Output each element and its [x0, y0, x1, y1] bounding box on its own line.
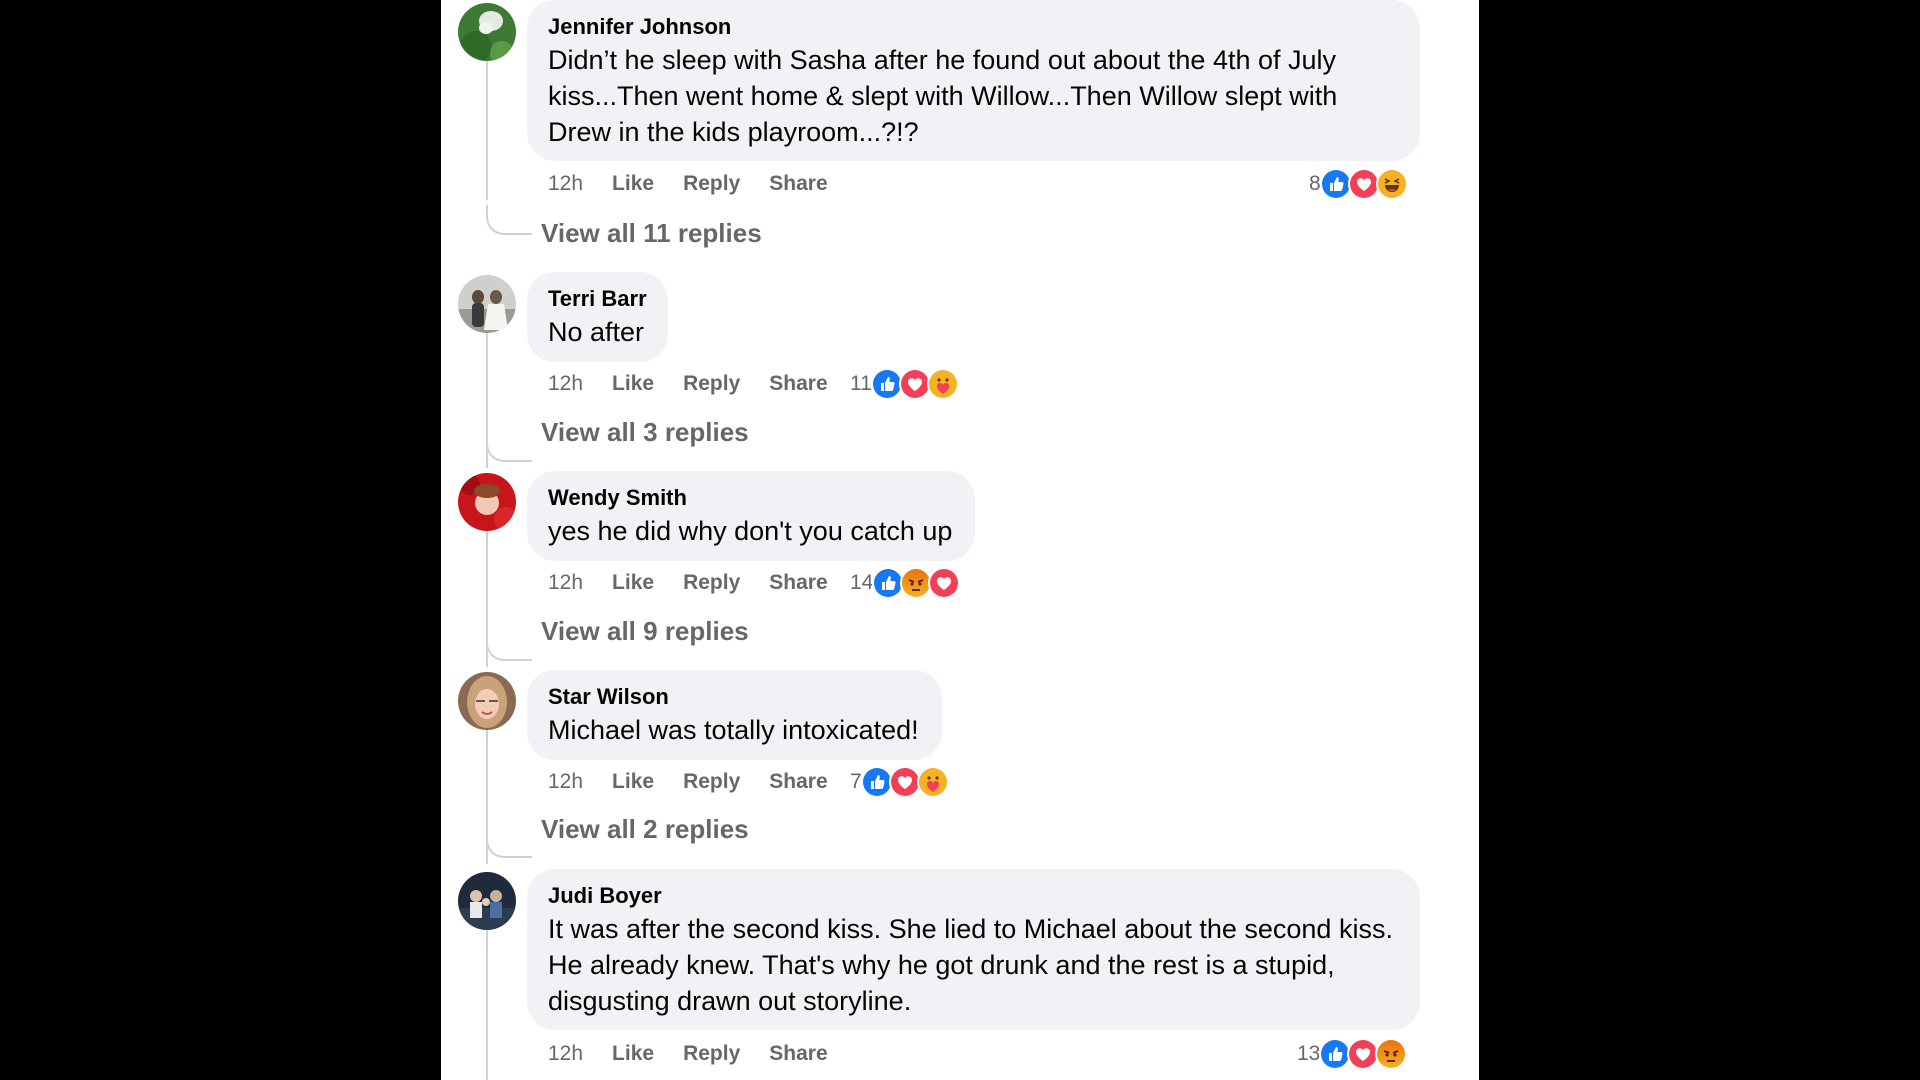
thread-line — [486, 929, 488, 1080]
share-button[interactable]: Share — [769, 372, 827, 396]
share-button[interactable]: Share — [769, 172, 827, 196]
comment-text-line: It was after the second kiss. She lied t… — [548, 914, 1393, 944]
comment-text-line: kiss...Then went home & slept with Willo… — [548, 81, 1338, 111]
reaction-summary[interactable]: 11 — [850, 367, 959, 401]
reaction-summary[interactable]: 8 — [1309, 167, 1408, 201]
comment-actions: 12h Like Reply Share — [548, 168, 857, 200]
comment-timestamp[interactable]: 12h — [548, 172, 583, 196]
thread-curve — [486, 205, 532, 235]
comment-timestamp[interactable]: 12h — [548, 571, 583, 595]
share-button[interactable]: Share — [769, 1042, 827, 1066]
comment-text-line: disgusting drawn out storyline. — [548, 986, 912, 1016]
comments-panel: Jennifer Johnson Didn’t he sleep with Sa… — [441, 0, 1479, 1080]
care-icon — [916, 766, 949, 798]
comment-author[interactable]: Wendy Smith — [548, 483, 955, 513]
love-icon — [928, 567, 961, 599]
avatar[interactable] — [458, 672, 516, 730]
comment-text: No after — [548, 317, 645, 347]
comment-actions: 12h Like Reply Share — [548, 1038, 857, 1070]
reaction-count: 8 — [1309, 172, 1321, 195]
reply-button[interactable]: Reply — [683, 372, 740, 396]
like-icon — [860, 766, 893, 798]
comment-author[interactable]: Judi Boyer — [548, 881, 1400, 911]
reply-button[interactable]: Reply — [683, 571, 740, 595]
comment-actions: 12h Like Reply Share — [548, 766, 857, 798]
comment-bubble: Star Wilson Michael was totally intoxica… — [527, 670, 942, 760]
comment-text-line: He already knew. That's why he got drunk… — [548, 950, 1335, 980]
like-icon — [1319, 168, 1352, 200]
view-replies-link[interactable]: View all 11 replies — [541, 218, 762, 249]
share-button[interactable]: Share — [769, 571, 827, 595]
love-icon — [1347, 168, 1380, 200]
reply-button[interactable]: Reply — [683, 1042, 740, 1066]
comment-bubble: Judi Boyer It was after the second kiss.… — [527, 869, 1420, 1030]
haha-icon — [1375, 168, 1408, 200]
reply-button[interactable]: Reply — [683, 770, 740, 794]
comment-timestamp[interactable]: 12h — [548, 770, 583, 794]
comment-text-line: Didn’t he sleep with Sasha after he foun… — [548, 45, 1337, 75]
reaction-summary[interactable]: 7 — [850, 765, 949, 799]
reaction-count: 14 — [850, 571, 874, 594]
angry-icon — [1375, 1038, 1408, 1070]
avatar[interactable] — [458, 872, 516, 930]
like-button[interactable]: Like — [612, 372, 654, 396]
reaction-count: 13 — [1297, 1042, 1321, 1065]
avatar[interactable] — [458, 275, 516, 333]
avatar[interactable] — [458, 3, 516, 61]
reply-button[interactable]: Reply — [683, 172, 740, 196]
comment-text-line: Drew in the kids playroom...?!? — [548, 117, 919, 147]
comment-author[interactable]: Terri Barr — [548, 284, 648, 314]
comment-text: Michael was totally intoxicated! — [548, 715, 919, 745]
avatar[interactable] — [458, 473, 516, 531]
comment-bubble: Wendy Smith yes he did why don't you cat… — [527, 471, 975, 561]
comment-bubble: Terri Barr No after — [527, 272, 668, 362]
comment-timestamp[interactable]: 12h — [548, 1042, 583, 1066]
comment-actions: 12h Like Reply Share — [548, 368, 857, 400]
thread-curve — [486, 432, 532, 462]
reaction-summary[interactable]: 14 — [850, 566, 961, 600]
like-button[interactable]: Like — [612, 571, 654, 595]
view-replies-link[interactable]: View all 2 replies — [541, 814, 749, 845]
view-replies-link[interactable]: View all 9 replies — [541, 616, 749, 647]
like-button[interactable]: Like — [612, 1042, 654, 1066]
reaction-summary[interactable]: 13 — [1297, 1037, 1408, 1071]
reaction-count: 7 — [850, 770, 862, 793]
love-icon — [888, 766, 921, 798]
thread-line — [486, 60, 488, 200]
like-button[interactable]: Like — [612, 770, 654, 794]
care-icon — [926, 368, 959, 400]
thread-curve — [486, 631, 532, 661]
comment-timestamp[interactable]: 12h — [548, 372, 583, 396]
like-button[interactable]: Like — [612, 172, 654, 196]
comment-actions: 12h Like Reply Share — [548, 567, 857, 599]
share-button[interactable]: Share — [769, 770, 827, 794]
comment-author[interactable]: Jennifer Johnson — [548, 12, 1400, 42]
comment-text: yes he did why don't you catch up — [548, 516, 953, 546]
comment-bubble: Jennifer Johnson Didn’t he sleep with Sa… — [527, 0, 1420, 161]
view-replies-link[interactable]: View all 3 replies — [541, 417, 749, 448]
reaction-count: 11 — [850, 372, 872, 395]
comment-author[interactable]: Star Wilson — [548, 682, 922, 712]
thread-curve — [486, 828, 532, 858]
